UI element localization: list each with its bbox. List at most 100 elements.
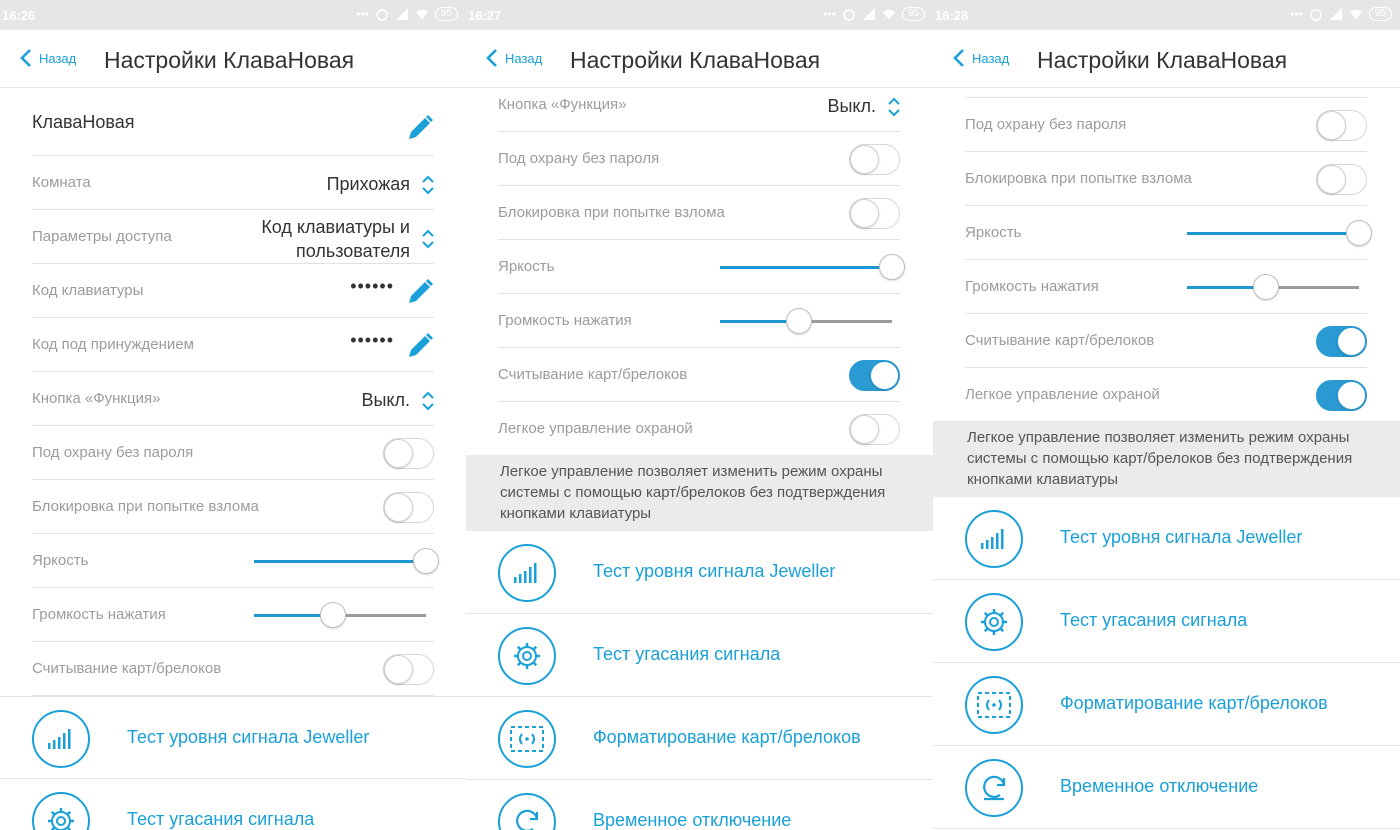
settings-list: Под охрану без пароля Блокировка при поп…: [933, 88, 1400, 830]
volume-label: Громкость нажатия: [498, 312, 632, 329]
volume-slider[interactable]: [720, 308, 892, 334]
settings-screen-2: 16:27 ••• 95 Назад Настройки КлаваНовая …: [466, 0, 933, 830]
arm-without-password-toggle[interactable]: [1316, 110, 1367, 141]
status-bar: 16:26 ••• 95: [0, 0, 466, 30]
tamper-block-label: Блокировка при попытке взлома: [498, 204, 725, 221]
volume-row: Громкость нажатия: [965, 260, 1367, 314]
cell-signal-icon: [862, 8, 875, 20]
brightness-slider[interactable]: [720, 254, 905, 280]
brightness-row: Яркость: [965, 206, 1372, 260]
brightness-row: Яркость: [498, 240, 905, 294]
gear-icon: [32, 792, 90, 830]
duress-code-value: ••••••: [350, 330, 394, 350]
signal-test-button[interactable]: Тест уровня сигнала Jeweller: [933, 497, 1400, 580]
temporary-disable-icon: [965, 759, 1023, 817]
arm-without-password-toggle[interactable]: [849, 144, 900, 175]
function-button-value: Выкл.: [361, 390, 410, 410]
tamper-block-label: Блокировка при попытке взлома: [32, 498, 259, 515]
signal-test-button[interactable]: Тест уровня сигнала Jeweller: [0, 696, 466, 779]
card-reading-toggle[interactable]: [1316, 326, 1367, 357]
signal-strength-icon: [498, 544, 556, 602]
brightness-slider[interactable]: [254, 548, 439, 574]
volume-slider[interactable]: [254, 602, 426, 628]
back-button[interactable]: Назад: [20, 48, 76, 68]
card-reading-label: Считывание карт/брелоков: [965, 332, 1155, 349]
pencil-icon[interactable]: [406, 278, 434, 306]
chevron-up-down-icon: [422, 174, 434, 196]
page-title: Настройки КлаваНовая: [104, 47, 355, 73]
back-label: Назад: [39, 50, 77, 66]
temporary-disable-label: Временное отключение: [1060, 776, 1259, 796]
tamper-block-row: Блокировка при попытке взлома: [32, 480, 434, 534]
card-reading-toggle[interactable]: [849, 360, 900, 391]
volume-row: Громкость нажатия: [32, 588, 434, 642]
back-label: Назад: [972, 50, 1010, 66]
status-bar: 16:28 ••• 95: [933, 0, 1400, 30]
format-cards-button[interactable]: Форматирование карт/брелоков: [933, 663, 1400, 746]
format-cards-button[interactable]: Форматирование карт/брелоков: [466, 697, 933, 780]
pencil-icon[interactable]: [406, 114, 434, 142]
attenuation-test-label: Тест угасания сигнала: [1060, 610, 1248, 630]
chevron-up-down-icon: [888, 96, 900, 118]
function-button-value: Выкл.: [827, 96, 876, 116]
signal-test-button[interactable]: Тест уровня сигнала Jeweller: [466, 531, 933, 614]
brightness-label: Яркость: [965, 224, 1022, 241]
chevron-left-icon: [486, 48, 498, 68]
tamper-block-label: Блокировка при попытке взлома: [965, 170, 1192, 187]
brightness-slider[interactable]: [1187, 220, 1372, 246]
status-icons: ••• 95: [356, 7, 458, 21]
easy-control-toggle[interactable]: [849, 414, 900, 445]
temporary-disable-icon: [498, 793, 556, 830]
nav-bar: Назад Настройки КлаваНовая: [0, 30, 466, 88]
room-row[interactable]: Комната Прихожая: [32, 156, 434, 210]
attenuation-test-button[interactable]: Тест угасания сигнала: [466, 614, 933, 697]
function-button-row[interactable]: Кнопка «Функция» Выкл.: [32, 372, 434, 426]
format-cards-label: Форматирование карт/брелоков: [593, 727, 861, 747]
wifi-icon: [415, 9, 428, 20]
access-label: Параметры доступа: [32, 228, 172, 245]
arm-without-password-toggle[interactable]: [383, 438, 434, 469]
signal-icon: •••: [356, 7, 369, 21]
device-name-row[interactable]: КлаваНовая: [32, 96, 434, 156]
volume-slider[interactable]: [1187, 274, 1359, 300]
arm-without-password-row: Под охрану без пароля: [498, 132, 900, 186]
format-cards-label: Форматирование карт/брелоков: [1060, 693, 1328, 713]
signal-test-label: Тест уровня сигнала Jeweller: [127, 727, 370, 747]
tamper-block-row: Блокировка при попытке взлома: [498, 186, 900, 240]
pencil-icon[interactable]: [406, 332, 434, 360]
nav-bar: Назад Настройки КлаваНовая: [466, 30, 933, 88]
arm-without-password-label: Под охрану без пароля: [498, 150, 660, 167]
temporary-disable-button[interactable]: Временное отключение: [933, 746, 1400, 829]
tamper-block-toggle[interactable]: [383, 492, 434, 523]
alarm-icon: [376, 9, 388, 21]
easy-control-toggle[interactable]: [1316, 380, 1367, 411]
volume-label: Громкость нажатия: [965, 278, 1099, 295]
status-icons: ••• 95: [1290, 7, 1392, 21]
card-reading-toggle[interactable]: [383, 654, 434, 685]
battery-icon: 95: [434, 7, 458, 21]
access-row[interactable]: Параметры доступа Код клавиатуры и польз…: [32, 210, 434, 264]
easy-control-row: Легкое управление охраной: [498, 402, 900, 456]
status-time: 16:27: [468, 8, 502, 23]
attenuation-test-button[interactable]: Тест угасания сигнала: [0, 779, 466, 830]
back-button[interactable]: Назад: [486, 48, 542, 68]
keyboard-code-row[interactable]: Код клавиатуры ••••••: [32, 264, 434, 318]
attenuation-test-label: Тест угасания сигнала: [127, 809, 315, 829]
signal-strength-icon: [965, 510, 1023, 568]
tamper-block-toggle[interactable]: [1316, 164, 1367, 195]
tamper-block-toggle[interactable]: [849, 198, 900, 229]
signal-test-label: Тест уровня сигнала Jeweller: [1060, 527, 1303, 547]
back-button[interactable]: Назад: [953, 48, 1009, 68]
battery-icon: 95: [901, 7, 925, 21]
volume-row: Громкость нажатия: [498, 294, 900, 348]
tamper-block-row: Блокировка при попытке взлома: [965, 152, 1367, 206]
wifi-icon: [882, 9, 895, 20]
keyboard-code-value: ••••••: [350, 276, 394, 296]
function-button-row[interactable]: Кнопка «Функция» Выкл.: [498, 88, 900, 132]
room-value: Прихожая: [326, 174, 410, 194]
duress-code-row[interactable]: Код под принуждением ••••••: [32, 318, 434, 372]
settings-screen-3: 16:28 ••• 95 Назад Настройки КлаваНовая …: [933, 0, 1400, 830]
temporary-disable-button[interactable]: Временное отключение: [466, 780, 933, 830]
wifi-icon: [1349, 9, 1362, 20]
attenuation-test-button[interactable]: Тест угасания сигнала: [933, 580, 1400, 663]
